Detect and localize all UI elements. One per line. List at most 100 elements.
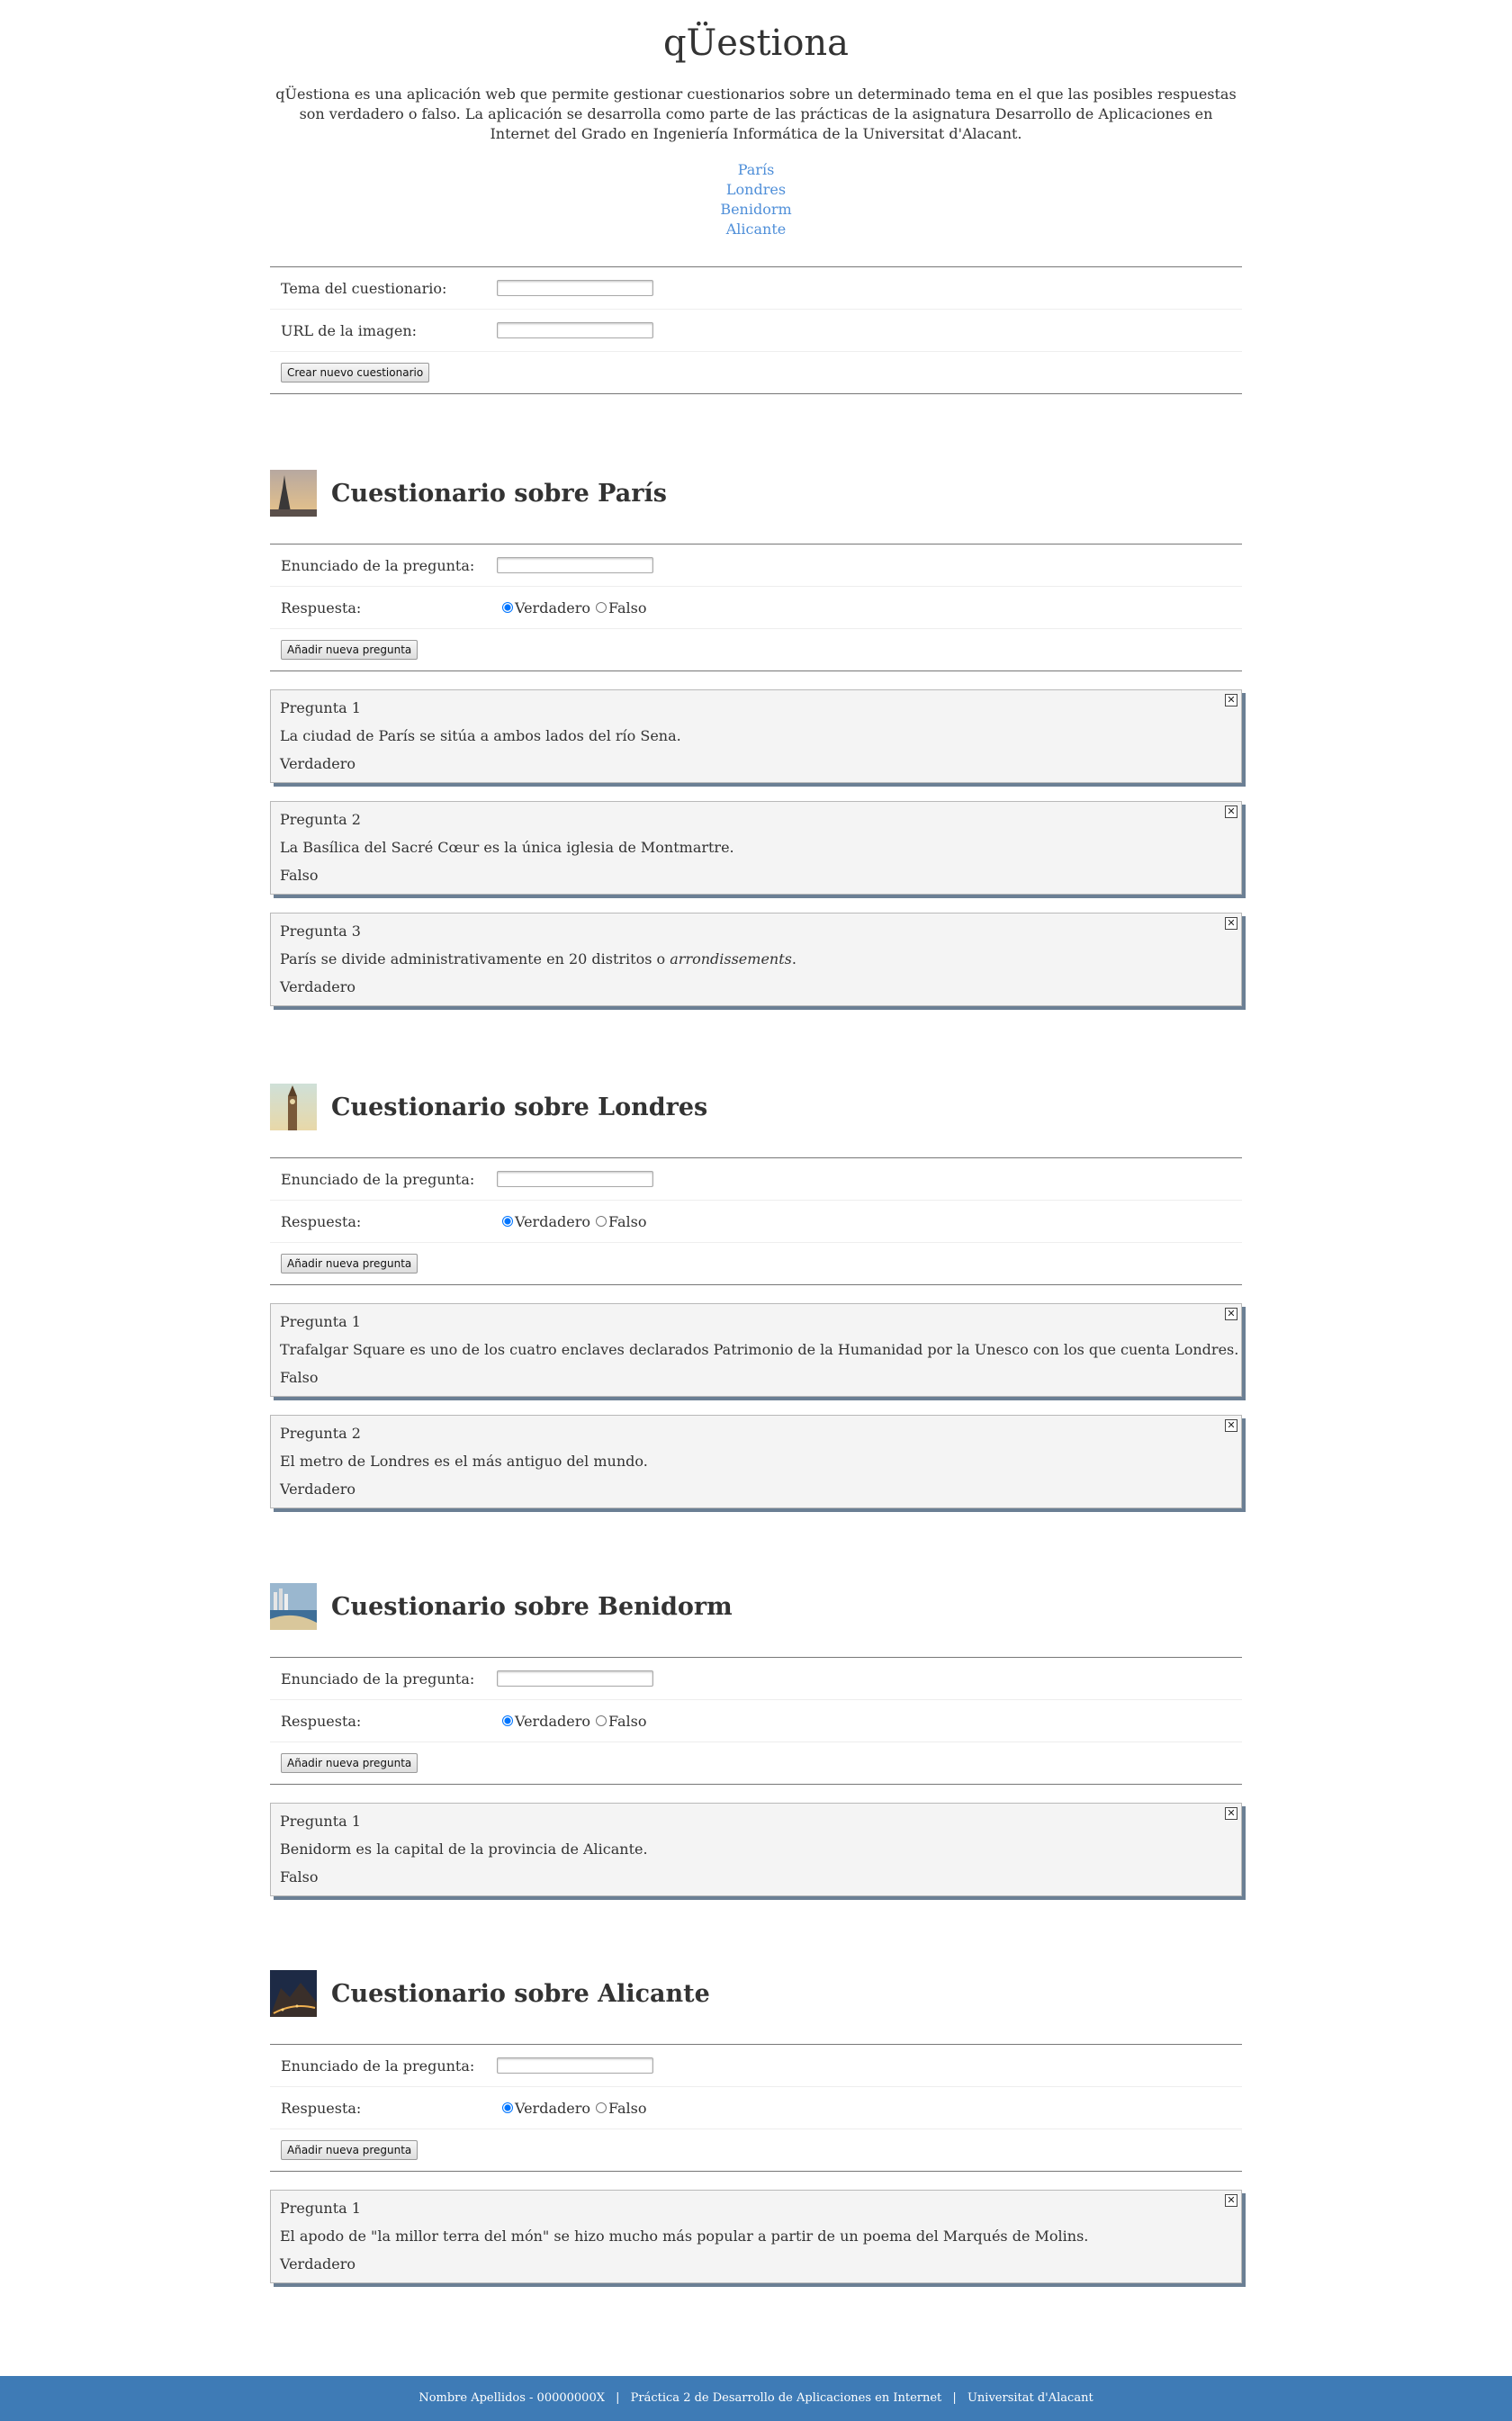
delete-question-icon[interactable]: ✕ <box>1225 1807 1238 1820</box>
footer-author: Nombre Apellidos - 00000000X <box>418 2391 605 2405</box>
quiz-header: Cuestionario sobre Alicante <box>270 1970 1242 2017</box>
create-quiz-button[interactable]: Crear nuevo cuestionario <box>281 363 430 382</box>
delete-question-icon[interactable]: ✕ <box>1225 1419 1238 1432</box>
question-text: El apodo de "la millor terra del món" se… <box>280 2228 1089 2245</box>
quiz-title: Cuestionario sobre Alicante <box>331 1979 710 2008</box>
question-number: Pregunta 1 <box>280 2200 361 2217</box>
delete-question-icon[interactable]: ✕ <box>1225 694 1238 706</box>
question-card: ✕ Pregunta 3 París se divide administrat… <box>270 913 1242 1006</box>
false-radio-label: Falso <box>608 2099 647 2117</box>
image-url-label: URL de la imagen: <box>281 321 418 339</box>
nav-link-benidorm[interactable]: Benidorm <box>720 201 791 218</box>
quiz-header: Cuestionario sobre París <box>270 470 1242 517</box>
question-number: Pregunta 2 <box>280 1425 361 1442</box>
footer-separator: | <box>952 2391 957 2405</box>
add-question-form: Enunciado de la pregunta: Respuesta: Ver… <box>270 2044 1242 2172</box>
quiz-section-paris: Cuestionario sobre París Enunciado de la… <box>270 470 1242 1006</box>
false-radio[interactable] <box>595 1715 607 1726</box>
question-card: ✕ Pregunta 2 El metro de Londres es el m… <box>270 1415 1242 1508</box>
true-radio-label: Verdadero <box>515 598 590 616</box>
question-card: ✕ Pregunta 2 La Basílica del Sacré Cœur … <box>270 801 1242 895</box>
question-text: Benidorm es la capital de la provincia d… <box>280 1840 648 1858</box>
benidorm-thumbnail <box>270 1583 317 1630</box>
paris-thumbnail <box>270 470 317 517</box>
question-answer: Falso <box>280 867 319 884</box>
true-radio[interactable] <box>502 602 513 613</box>
londres-thumbnail <box>270 1084 317 1130</box>
site-title: qÜestiona <box>662 22 850 64</box>
false-radio-label: Falso <box>608 598 647 616</box>
image-url-row: URL de la imagen: <box>270 310 1242 352</box>
true-radio[interactable] <box>502 2102 513 2113</box>
quiz-section-londres: Cuestionario sobre Londres Enunciado de … <box>270 1084 1242 1508</box>
quiz-header: Cuestionario sobre Benidorm <box>270 1583 1242 1630</box>
false-radio-label: Falso <box>608 1712 647 1730</box>
add-question-button[interactable]: Añadir nueva pregunta <box>281 640 418 660</box>
delete-question-icon[interactable]: ✕ <box>1225 2194 1238 2207</box>
question-number: Pregunta 1 <box>280 1313 361 1330</box>
true-radio[interactable] <box>502 1216 513 1227</box>
question-card: ✕ Pregunta 1 La ciudad de París se sitúa… <box>270 689 1242 783</box>
create-quiz-row: Crear nuevo cuestionario <box>270 352 1242 393</box>
footer-university: Universitat d'Alacant <box>967 2391 1094 2405</box>
true-radio-label: Verdadero <box>515 2099 590 2117</box>
statement-label: Enunciado de la pregunta: <box>281 2056 475 2074</box>
question-text: El metro de Londres es el más antiguo de… <box>280 1453 648 1470</box>
new-quiz-form: Tema del cuestionario: URL de la imagen:… <box>270 266 1242 394</box>
footer: Nombre Apellidos - 00000000X | Práctica … <box>0 2376 1512 2421</box>
delete-question-icon[interactable]: ✕ <box>1225 1308 1238 1320</box>
add-question-form: Enunciado de la pregunta: Respuesta: Ver… <box>270 1657 1242 1785</box>
statement-input[interactable] <box>497 1171 653 1187</box>
question-answer: Falso <box>280 1369 319 1386</box>
question-card: ✕ Pregunta 1 Trafalgar Square es uno de … <box>270 1303 1242 1397</box>
answer-label: Respuesta: <box>281 1212 362 1230</box>
answer-label: Respuesta: <box>281 598 362 616</box>
false-radio[interactable] <box>595 2102 607 2113</box>
quiz-title: Cuestionario sobre Londres <box>331 1093 708 1121</box>
question-answer: Verdadero <box>280 2255 356 2272</box>
question-number: Pregunta 1 <box>280 699 361 716</box>
quiz-title: Cuestionario sobre Benidorm <box>331 1592 733 1621</box>
statement-input[interactable] <box>497 1670 653 1687</box>
add-question-button[interactable]: Añadir nueva pregunta <box>281 1753 418 1773</box>
add-question-button[interactable]: Añadir nueva pregunta <box>281 1254 418 1274</box>
statement-label: Enunciado de la pregunta: <box>281 1670 475 1688</box>
alicante-thumbnail <box>270 1970 317 2017</box>
question-number: Pregunta 1 <box>280 1813 361 1830</box>
image-url-input[interactable] <box>497 322 653 338</box>
question-number: Pregunta 3 <box>280 922 361 940</box>
delete-question-icon[interactable]: ✕ <box>1225 917 1238 930</box>
question-answer: Verdadero <box>280 1480 356 1498</box>
question-text-emphasis: arrondissements <box>670 950 792 968</box>
question-answer: Verdadero <box>280 978 356 995</box>
statement-label: Enunciado de la pregunta: <box>281 556 475 574</box>
question-text: Trafalgar Square es uno de los cuatro en… <box>280 1341 1239 1358</box>
quiz-nav: París Londres Benidorm Alicante <box>270 160 1242 239</box>
question-text-part: París se divide administrativamente en 2… <box>280 950 670 968</box>
false-radio-label: Falso <box>608 1212 647 1230</box>
quiz-section-alicante: Cuestionario sobre Alicante Enunciado de… <box>270 1970 1242 2283</box>
nav-link-alicante[interactable]: Alicante <box>726 220 787 238</box>
main-container: qÜestiona qÜestiona es una aplicación we… <box>270 0 1242 394</box>
question-text-part: . <box>791 950 796 968</box>
intro-text: qÜestiona es una aplicación web que perm… <box>275 86 1237 142</box>
question-card: ✕ Pregunta 1 El apodo de "la millor terr… <box>270 2190 1242 2283</box>
true-radio[interactable] <box>502 1715 513 1726</box>
nav-link-paris[interactable]: París <box>738 161 775 178</box>
statement-input[interactable] <box>497 2057 653 2074</box>
true-radio-label: Verdadero <box>515 1212 590 1230</box>
add-question-button[interactable]: Añadir nueva pregunta <box>281 2140 418 2160</box>
question-text: La Basílica del Sacré Cœur es la única i… <box>280 839 734 856</box>
true-radio-label: Verdadero <box>515 1712 590 1730</box>
topic-label: Tema del cuestionario: <box>281 279 447 297</box>
question-number: Pregunta 2 <box>280 811 361 828</box>
topic-input[interactable] <box>497 280 653 296</box>
statement-input[interactable] <box>497 557 653 573</box>
add-question-form: Enunciado de la pregunta: Respuesta: Ver… <box>270 1157 1242 1285</box>
delete-question-icon[interactable]: ✕ <box>1225 806 1238 818</box>
nav-link-londres[interactable]: Londres <box>726 181 786 198</box>
false-radio[interactable] <box>595 1216 607 1227</box>
question-text: La ciudad de París se sitúa a ambos lado… <box>280 727 681 744</box>
quiz-title: Cuestionario sobre París <box>331 479 667 508</box>
false-radio[interactable] <box>595 602 607 613</box>
